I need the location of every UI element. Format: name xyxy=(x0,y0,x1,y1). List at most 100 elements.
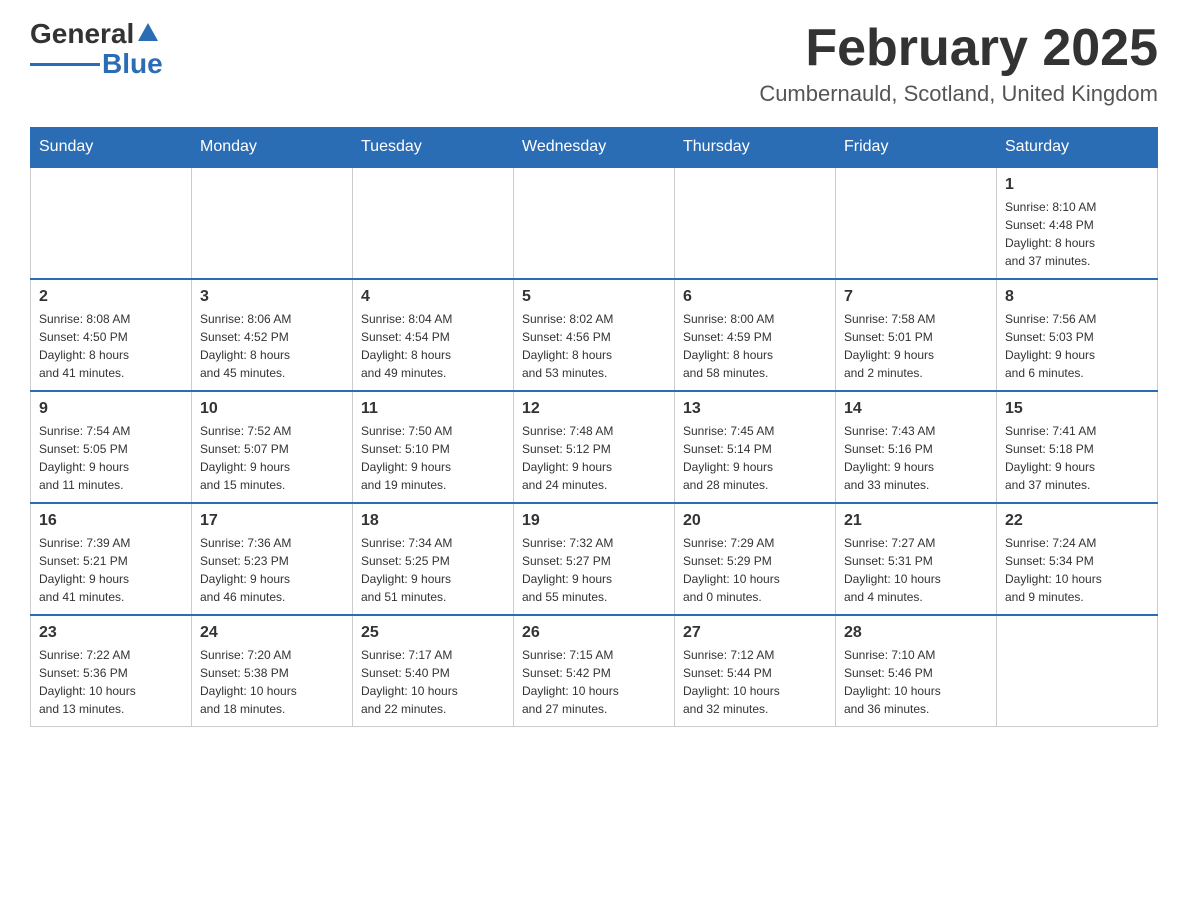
day-number: 19 xyxy=(522,512,666,530)
calendar-cell: 25 Sunrise: 7:17 AMSunset: 5:40 PMDayligh… xyxy=(353,615,514,727)
calendar-cell: 8 Sunrise: 7:56 AMSunset: 5:03 PMDaylight… xyxy=(997,279,1158,391)
day-number: 21 xyxy=(844,512,988,530)
day-number: 27 xyxy=(683,624,827,642)
day-number: 10 xyxy=(200,400,344,418)
week-row-1: 1 Sunrise: 8:10 AMSunset: 4:48 PMDaylight… xyxy=(31,167,1158,279)
logo-text-blue: Blue xyxy=(102,50,163,78)
calendar-cell: 16 Sunrise: 7:39 AMSunset: 5:21 PMDayligh… xyxy=(31,503,192,615)
day-info: Sunrise: 7:29 AMSunset: 5:29 PMDaylight:… xyxy=(683,534,827,606)
day-number: 24 xyxy=(200,624,344,642)
day-number: 7 xyxy=(844,288,988,306)
calendar-cell: 13 Sunrise: 7:45 AMSunset: 5:14 PMDayligh… xyxy=(675,391,836,503)
calendar-subtitle: Cumbernauld, Scotland, United Kingdom xyxy=(759,81,1158,107)
calendar-cell: 4Sunrise: 8:04 AMSunset: 4:54 PMDaylight… xyxy=(353,279,514,391)
calendar-table: SundayMondayTuesdayWednesdayThursdayFrid… xyxy=(30,127,1158,727)
calendar-cell: 2Sunrise: 8:08 AMSunset: 4:50 PMDaylight… xyxy=(31,279,192,391)
weekday-header-saturday: Saturday xyxy=(997,128,1158,168)
calendar-cell: 7 Sunrise: 7:58 AMSunset: 5:01 PMDaylight… xyxy=(836,279,997,391)
day-number: 9 xyxy=(39,400,183,418)
weekday-header-wednesday: Wednesday xyxy=(514,128,675,168)
calendar-cell: 11Sunrise: 7:50 AMSunset: 5:10 PMDayligh… xyxy=(353,391,514,503)
weekday-header-tuesday: Tuesday xyxy=(353,128,514,168)
day-number: 25 xyxy=(361,624,505,642)
calendar-cell xyxy=(997,615,1158,727)
logo-text-main: General xyxy=(30,20,134,48)
day-number: 12 xyxy=(522,400,666,418)
calendar-cell: 20 Sunrise: 7:29 AMSunset: 5:29 PMDayligh… xyxy=(675,503,836,615)
day-number: 18 xyxy=(361,512,505,530)
calendar-cell: 9 Sunrise: 7:54 AMSunset: 5:05 PMDaylight… xyxy=(31,391,192,503)
day-number: 20 xyxy=(683,512,827,530)
day-number: 22 xyxy=(1005,512,1149,530)
day-info: Sunrise: 7:43 AMSunset: 5:16 PMDaylight:… xyxy=(844,422,988,494)
calendar-cell: 6 Sunrise: 8:00 AMSunset: 4:59 PMDaylight… xyxy=(675,279,836,391)
calendar-cell: 1 Sunrise: 8:10 AMSunset: 4:48 PMDaylight… xyxy=(997,167,1158,279)
day-number: 16 xyxy=(39,512,183,530)
calendar-cell: 21 Sunrise: 7:27 AMSunset: 5:31 PMDayligh… xyxy=(836,503,997,615)
weekday-header-friday: Friday xyxy=(836,128,997,168)
weekday-header-sunday: Sunday xyxy=(31,128,192,168)
day-info: Sunrise: 7:58 AMSunset: 5:01 PMDaylight:… xyxy=(844,310,988,382)
weekday-header-row: SundayMondayTuesdayWednesdayThursdayFrid… xyxy=(31,128,1158,168)
calendar-cell: 24Sunrise: 7:20 AMSunset: 5:38 PMDayligh… xyxy=(192,615,353,727)
day-info: Sunrise: 8:10 AMSunset: 4:48 PMDaylight:… xyxy=(1005,198,1149,270)
day-info: Sunrise: 7:24 AMSunset: 5:34 PMDaylight:… xyxy=(1005,534,1149,606)
calendar-cell xyxy=(514,167,675,279)
day-info: Sunrise: 7:12 AMSunset: 5:44 PMDaylight:… xyxy=(683,646,827,718)
day-number: 13 xyxy=(683,400,827,418)
day-info: Sunrise: 7:54 AMSunset: 5:05 PMDaylight:… xyxy=(39,422,183,494)
day-info: Sunrise: 8:06 AMSunset: 4:52 PMDaylight:… xyxy=(200,310,344,382)
day-number: 14 xyxy=(844,400,988,418)
day-number: 28 xyxy=(844,624,988,642)
calendar-cell: 23Sunrise: 7:22 AMSunset: 5:36 PMDayligh… xyxy=(31,615,192,727)
calendar-cell: 27 Sunrise: 7:12 AMSunset: 5:44 PMDayligh… xyxy=(675,615,836,727)
calendar-cell: 3Sunrise: 8:06 AMSunset: 4:52 PMDaylight… xyxy=(192,279,353,391)
day-number: 8 xyxy=(1005,288,1149,306)
day-info: Sunrise: 7:36 AMSunset: 5:23 PMDaylight:… xyxy=(200,534,344,606)
week-row-3: 9 Sunrise: 7:54 AMSunset: 5:05 PMDaylight… xyxy=(31,391,1158,503)
day-info: Sunrise: 7:56 AMSunset: 5:03 PMDaylight:… xyxy=(1005,310,1149,382)
day-info: Sunrise: 7:17 AMSunset: 5:40 PMDaylight:… xyxy=(361,646,505,718)
calendar-cell: 19Sunrise: 7:32 AMSunset: 5:27 PMDayligh… xyxy=(514,503,675,615)
day-info: Sunrise: 7:45 AMSunset: 5:14 PMDaylight:… xyxy=(683,422,827,494)
day-info: Sunrise: 8:04 AMSunset: 4:54 PMDaylight:… xyxy=(361,310,505,382)
day-number: 17 xyxy=(200,512,344,530)
calendar-title: February 2025 xyxy=(759,20,1158,77)
day-info: Sunrise: 7:10 AMSunset: 5:46 PMDaylight:… xyxy=(844,646,988,718)
calendar-cell xyxy=(353,167,514,279)
day-info: Sunrise: 7:39 AMSunset: 5:21 PMDaylight:… xyxy=(39,534,183,606)
title-block: February 2025 Cumbernauld, Scotland, Uni… xyxy=(759,20,1158,107)
logo-triangle-icon xyxy=(138,23,158,41)
calendar-cell xyxy=(31,167,192,279)
calendar-cell: 12 Sunrise: 7:48 AMSunset: 5:12 PMDayligh… xyxy=(514,391,675,503)
logo: General Blue xyxy=(30,20,163,78)
calendar-cell: 14 Sunrise: 7:43 AMSunset: 5:16 PMDayligh… xyxy=(836,391,997,503)
calendar-cell: 18 Sunrise: 7:34 AMSunset: 5:25 PMDayligh… xyxy=(353,503,514,615)
day-number: 26 xyxy=(522,624,666,642)
day-info: Sunrise: 7:27 AMSunset: 5:31 PMDaylight:… xyxy=(844,534,988,606)
day-info: Sunrise: 7:52 AMSunset: 5:07 PMDaylight:… xyxy=(200,422,344,494)
day-info: Sunrise: 7:48 AMSunset: 5:12 PMDaylight:… xyxy=(522,422,666,494)
day-info: Sunrise: 8:00 AMSunset: 4:59 PMDaylight:… xyxy=(683,310,827,382)
calendar-cell: 17 Sunrise: 7:36 AMSunset: 5:23 PMDayligh… xyxy=(192,503,353,615)
day-number: 15 xyxy=(1005,400,1149,418)
day-number: 6 xyxy=(683,288,827,306)
calendar-cell: 10 Sunrise: 7:52 AMSunset: 5:07 PMDayligh… xyxy=(192,391,353,503)
day-info: Sunrise: 7:15 AMSunset: 5:42 PMDaylight:… xyxy=(522,646,666,718)
day-number: 11 xyxy=(361,400,505,418)
day-number: 1 xyxy=(1005,176,1149,194)
calendar-cell: 5Sunrise: 8:02 AMSunset: 4:56 PMDaylight… xyxy=(514,279,675,391)
day-number: 23 xyxy=(39,624,183,642)
calendar-cell xyxy=(675,167,836,279)
calendar-cell xyxy=(836,167,997,279)
week-row-5: 23Sunrise: 7:22 AMSunset: 5:36 PMDayligh… xyxy=(31,615,1158,727)
weekday-header-thursday: Thursday xyxy=(675,128,836,168)
day-info: Sunrise: 7:34 AMSunset: 5:25 PMDaylight:… xyxy=(361,534,505,606)
week-row-4: 16 Sunrise: 7:39 AMSunset: 5:21 PMDayligh… xyxy=(31,503,1158,615)
calendar-cell: 22 Sunrise: 7:24 AMSunset: 5:34 PMDayligh… xyxy=(997,503,1158,615)
calendar-cell xyxy=(192,167,353,279)
day-number: 2 xyxy=(39,288,183,306)
page-header: General Blue February 2025 Cumbernauld, … xyxy=(30,20,1158,107)
calendar-cell: 28 Sunrise: 7:10 AMSunset: 5:46 PMDayligh… xyxy=(836,615,997,727)
day-info: Sunrise: 8:02 AMSunset: 4:56 PMDaylight:… xyxy=(522,310,666,382)
